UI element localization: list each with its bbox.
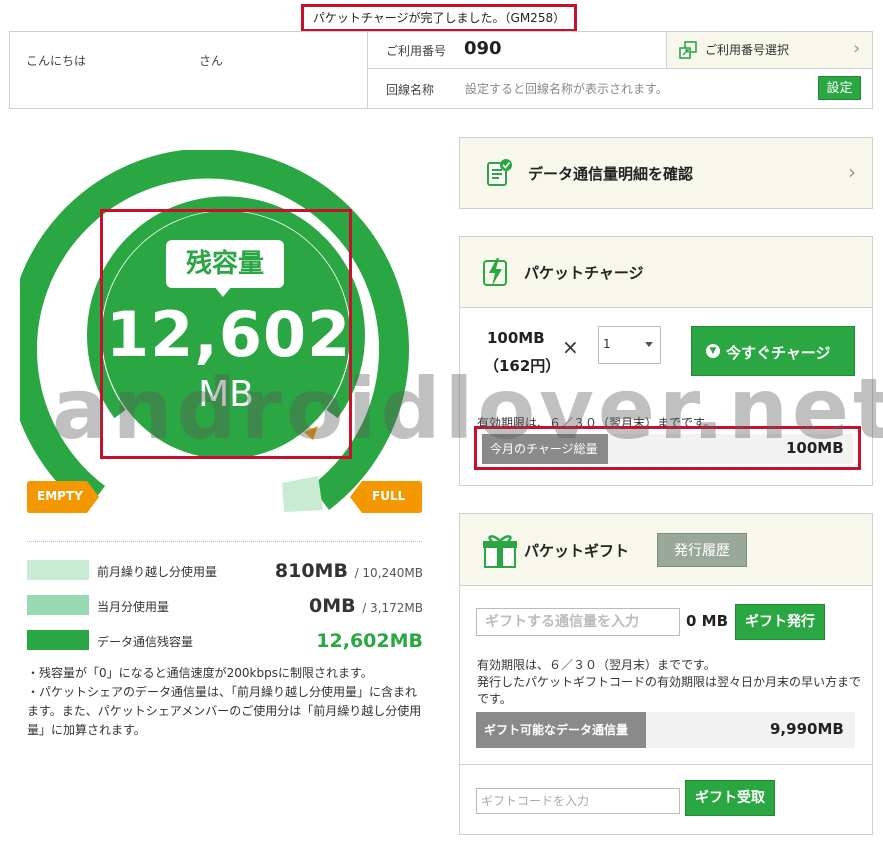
charge-quantity-select[interactable]: 1	[598, 326, 661, 364]
line-name-label: 回線名称	[386, 83, 435, 97]
set-line-name-button[interactable]: 設定	[818, 76, 861, 100]
gift-divider	[460, 764, 872, 765]
giftable-label: ギフト可能なデータ通信量	[476, 712, 646, 748]
gift-amount-input[interactable]: ギフトする通信量を入力	[476, 608, 680, 636]
gift-panel-header: パケットギフト 発行履歴	[460, 514, 872, 586]
line-name-value: 設定すると回線名称が表示されます。	[465, 82, 668, 96]
chevron-right-icon: ›	[853, 38, 861, 59]
giftable-value: 9,990MB	[770, 720, 844, 738]
data-usage-detail-link[interactable]: データ通信量明細を確認 ›	[459, 137, 873, 209]
number-row: ご利用番号 090	[368, 32, 666, 69]
lightning-icon	[483, 258, 507, 286]
number-value: 090	[464, 38, 502, 59]
charge-panel-header: パケットチャージ	[460, 237, 872, 308]
legend-divider	[27, 541, 422, 542]
number-label: ご利用番号	[386, 44, 447, 58]
completion-notice: パケットチャージが完了しました。（GM258）	[301, 4, 577, 32]
legend-row-remaining: データ通信残容量 12,602MB	[27, 630, 423, 652]
charge-plan-size: 100MB	[487, 329, 545, 347]
empty-label: EMPTY	[37, 489, 83, 503]
note-line: ・残容量が「0」になると通信速度が200kbpsに制限されます。	[27, 666, 373, 680]
detail-label: データ通信量明細を確認	[528, 165, 694, 183]
line-name-row: 回線名称 設定すると回線名称が表示されます。 設定	[368, 69, 872, 108]
gift-note-line: 発行したパケットギフトコードの有効期限は翌々日か月末の早い方までです。	[477, 675, 862, 706]
note-line: ・パケットシェアのデータ通信量は、「前月繰り越し分使用量」に含まれます。また、パ…	[27, 685, 422, 737]
greeting-text: こんにちは	[26, 54, 87, 68]
full-tag: FULL	[350, 481, 422, 513]
greeting-cell: こんにちは さん	[10, 32, 368, 108]
select-number-button[interactable]: ご利用番号選択 ›	[666, 32, 872, 69]
legend-row-current: 当月分使用量 0MB / 3,172MB	[27, 595, 423, 617]
chevron-down-circle-icon: ▼	[706, 344, 720, 358]
document-check-icon	[487, 159, 512, 186]
legend-value: 0MB / 3,172MB	[308, 595, 423, 617]
account-header: こんにちは さん ご利用番号 090 ご利用番号選択 › 回線名称 設定すると回…	[9, 31, 873, 109]
legend-label: 前月繰り越し分使用量	[97, 565, 218, 579]
caret-down-icon	[645, 342, 653, 347]
legend-label: データ通信残容量	[97, 635, 194, 649]
quantity-value: 1	[603, 337, 611, 351]
select-number-label: ご利用番号選択	[705, 43, 790, 57]
gift-panel-title: パケットギフト	[524, 542, 630, 560]
site-watermark: androidlover.net	[52, 360, 883, 458]
gift-code-input[interactable]: ギフトコードを入力	[476, 788, 680, 814]
usage-notes: ・残容量が「0」になると通信速度が200kbpsに制限されます。 ・パケットシェ…	[27, 664, 427, 740]
issue-history-button[interactable]: 発行履歴	[657, 533, 747, 567]
legend-value: 810MB / 10,240MB	[274, 560, 423, 582]
receive-gift-button[interactable]: ギフト受取	[685, 780, 775, 816]
multiply-sign: ×	[562, 335, 579, 359]
packet-gift-panel: パケットギフト 発行履歴 ギフトする通信量を入力 0 MB ギフト発行 有効期限…	[459, 513, 873, 835]
legend-label: 当月分使用量	[97, 600, 170, 614]
legend-swatch	[27, 595, 89, 615]
gauge-carryover-segment	[282, 476, 323, 512]
legend-value: 12,602MB	[316, 630, 423, 652]
greeting-suffix: さん	[199, 54, 224, 68]
issue-gift-button[interactable]: ギフト発行	[735, 604, 825, 640]
legend-swatch	[27, 560, 89, 580]
full-label: FULL	[372, 489, 406, 503]
legend-row-carryover: 前月繰り越し分使用量 810MB / 10,240MB	[27, 560, 423, 582]
gift-note-line: 有効期限は、６／３０（翌月末）までです。	[477, 658, 716, 672]
gift-box-icon	[483, 535, 517, 568]
gift-notes: 有効期限は、６／３０（翌月末）までです。 発行したパケットギフトコードの有効期限…	[477, 657, 867, 708]
chevron-right-icon: ›	[848, 160, 856, 184]
empty-tag: EMPTY	[27, 481, 99, 513]
legend-swatch	[27, 630, 89, 650]
charge-panel-title: パケットチャージ	[524, 264, 644, 282]
switch-window-icon	[679, 41, 697, 59]
gift-amount-unit: 0 MB	[686, 612, 729, 630]
